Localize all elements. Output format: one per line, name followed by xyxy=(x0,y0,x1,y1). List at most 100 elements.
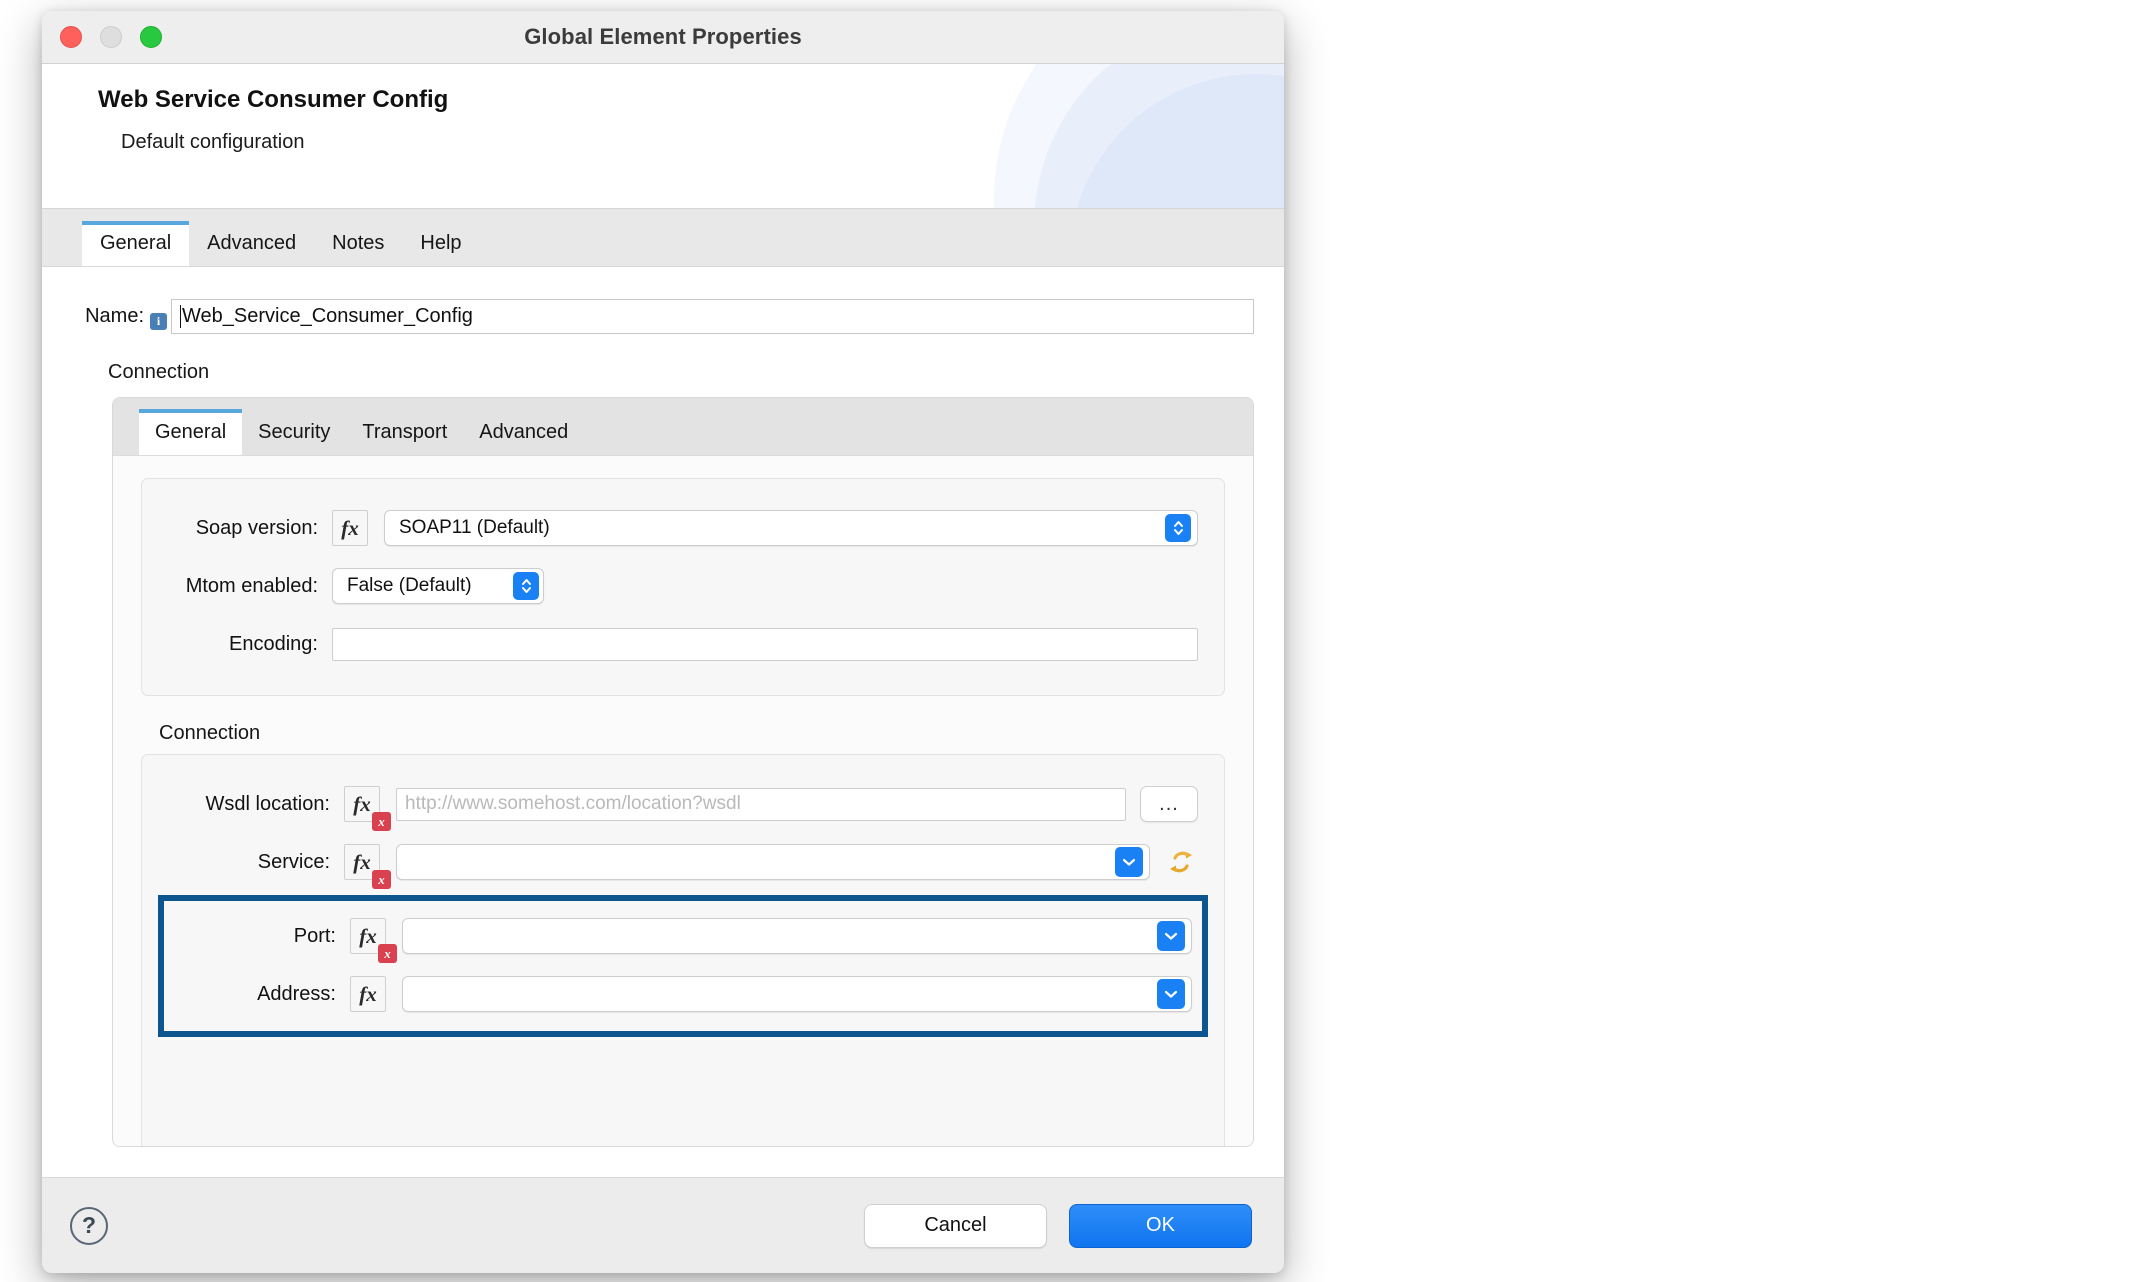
inner-tab-advanced[interactable]: Advanced xyxy=(463,409,584,455)
text-caret xyxy=(180,305,181,328)
wsdl-location-label: Wsdl location: xyxy=(168,793,344,816)
port-row: Port: fx x xyxy=(174,907,1192,965)
connection-group-title: Connection xyxy=(159,722,1225,745)
fx-icon: fx xyxy=(359,982,377,1007)
wsdl-browse-label: ... xyxy=(1159,793,1179,816)
address-fx-button[interactable]: fx xyxy=(350,976,386,1012)
service-control-wrap xyxy=(396,844,1198,880)
fx-icon: fx xyxy=(341,516,359,541)
cancel-button[interactable]: Cancel xyxy=(864,1204,1047,1248)
chevron-updown-icon xyxy=(513,572,539,600)
wsdl-control-wrap: http://www.somehost.com/location?wsdl ..… xyxy=(396,786,1198,822)
fx-icon: fx xyxy=(359,924,377,949)
error-badge-icon: x xyxy=(372,870,391,889)
soap-version-fx-button[interactable]: fx xyxy=(332,510,368,546)
help-icon-label: ? xyxy=(82,1212,96,1239)
connection-fields-group: Wsdl location: fx x http://www.somehost.… xyxy=(141,754,1225,1147)
help-icon[interactable]: ? xyxy=(70,1207,108,1245)
connection-tab-content: Soap version: fx SOAP11 (Default) xyxy=(113,456,1253,1147)
soap-version-label: Soap version: xyxy=(168,517,332,540)
global-element-properties-dialog: Global Element Properties Web Service Co… xyxy=(42,11,1284,1273)
address-row: Address: fx xyxy=(174,965,1192,1023)
port-select[interactable] xyxy=(402,918,1192,954)
port-label: Port: xyxy=(174,925,350,948)
wsdl-location-fx-button[interactable]: fx x xyxy=(344,786,380,822)
chevron-down-icon xyxy=(1115,847,1143,877)
info-icon[interactable]: i xyxy=(150,313,167,330)
inner-tab-general[interactable]: General xyxy=(139,409,242,455)
wsdl-location-input[interactable]: http://www.somehost.com/location?wsdl xyxy=(396,788,1126,821)
service-select[interactable] xyxy=(396,844,1150,880)
tab-help[interactable]: Help xyxy=(402,221,479,266)
dialog-header-banner: Web Service Consumer Config Default conf… xyxy=(42,64,1284,209)
name-input-value: Web_Service_Consumer_Config xyxy=(182,305,473,328)
service-refresh-icon[interactable] xyxy=(1164,847,1198,877)
window-title: Global Element Properties xyxy=(42,24,1284,50)
wsdl-browse-button[interactable]: ... xyxy=(1140,786,1198,822)
service-row: Service: fx x xyxy=(168,833,1198,891)
page-subtitle: Default configuration xyxy=(121,131,1284,154)
service-label: Service: xyxy=(168,851,344,874)
cancel-button-label: Cancel xyxy=(924,1214,986,1237)
connection-section-label: Connection xyxy=(108,361,1284,384)
tab-general[interactable]: General xyxy=(82,221,189,266)
inner-tab-advanced-label: Advanced xyxy=(479,421,568,444)
tab-help-label: Help xyxy=(420,232,461,255)
inner-tab-transport-label: Transport xyxy=(362,421,447,444)
soap-version-control-wrap: SOAP11 (Default) xyxy=(384,510,1198,546)
fx-icon: fx xyxy=(353,792,371,817)
mtom-control-wrap: False (Default) xyxy=(332,568,1198,604)
tab-notes-label: Notes xyxy=(332,232,384,255)
address-control-wrap xyxy=(402,976,1192,1012)
maximize-button[interactable] xyxy=(140,26,162,48)
page-title: Web Service Consumer Config xyxy=(98,86,1284,114)
mtom-enabled-select[interactable]: False (Default) xyxy=(332,568,544,604)
inner-tab-transport[interactable]: Transport xyxy=(346,409,463,455)
tab-general-label: General xyxy=(100,232,171,255)
mtom-enabled-value: False (Default) xyxy=(347,575,472,597)
mtom-enabled-row: Mtom enabled: False (Default) xyxy=(168,557,1198,615)
dialog-body: Name: i Web_Service_Consumer_Config Conn… xyxy=(42,267,1284,1177)
general-settings-group: Soap version: fx SOAP11 (Default) xyxy=(141,478,1225,696)
tab-notes[interactable]: Notes xyxy=(314,221,402,266)
name-row: Name: i Web_Service_Consumer_Config xyxy=(42,299,1284,334)
inner-tab-general-label: General xyxy=(155,421,226,444)
error-badge-icon: x xyxy=(378,944,397,963)
ok-button[interactable]: OK xyxy=(1069,1204,1252,1248)
soap-version-value: SOAP11 (Default) xyxy=(399,517,550,539)
fx-icon: fx xyxy=(353,850,371,875)
tab-advanced-label: Advanced xyxy=(207,232,296,255)
mtom-enabled-label: Mtom enabled: xyxy=(168,575,332,598)
inner-tab-security[interactable]: Security xyxy=(242,409,346,455)
minimize-button[interactable] xyxy=(100,26,122,48)
window-controls xyxy=(60,26,162,48)
name-label: Name: xyxy=(42,305,148,328)
encoding-row: Encoding: xyxy=(168,615,1198,673)
error-badge-icon: x xyxy=(372,812,391,831)
soap-version-row: Soap version: fx SOAP11 (Default) xyxy=(168,499,1198,557)
chevron-updown-icon xyxy=(1165,514,1191,542)
encoding-label: Encoding: xyxy=(168,633,332,656)
port-control-wrap xyxy=(402,918,1192,954)
outer-tabstrip: General Advanced Notes Help xyxy=(42,209,1284,267)
service-fx-button[interactable]: fx x xyxy=(344,844,380,880)
address-select[interactable] xyxy=(402,976,1192,1012)
connection-card: General Security Transport Advanced xyxy=(112,397,1254,1147)
chevron-down-icon xyxy=(1157,921,1185,951)
encoding-control-wrap xyxy=(332,628,1198,661)
wsdl-location-row: Wsdl location: fx x http://www.somehost.… xyxy=(168,775,1198,833)
dialog-footer: ? Cancel OK xyxy=(42,1177,1284,1273)
window-titlebar: Global Element Properties xyxy=(42,11,1284,64)
port-address-highlight: Port: fx x xyxy=(158,895,1208,1037)
wsdl-location-placeholder: http://www.somehost.com/location?wsdl xyxy=(405,793,741,815)
inner-tab-security-label: Security xyxy=(258,421,330,444)
tab-advanced[interactable]: Advanced xyxy=(189,221,314,266)
port-fx-button[interactable]: fx x xyxy=(350,918,386,954)
encoding-input[interactable] xyxy=(332,628,1198,661)
desktop-background: Global Element Properties Web Service Co… xyxy=(0,0,2142,1282)
soap-version-select[interactable]: SOAP11 (Default) xyxy=(384,510,1198,546)
chevron-down-icon xyxy=(1157,979,1185,1009)
close-button[interactable] xyxy=(60,26,82,48)
name-input[interactable]: Web_Service_Consumer_Config xyxy=(171,299,1254,334)
inner-tabstrip: General Security Transport Advanced xyxy=(113,398,1253,456)
